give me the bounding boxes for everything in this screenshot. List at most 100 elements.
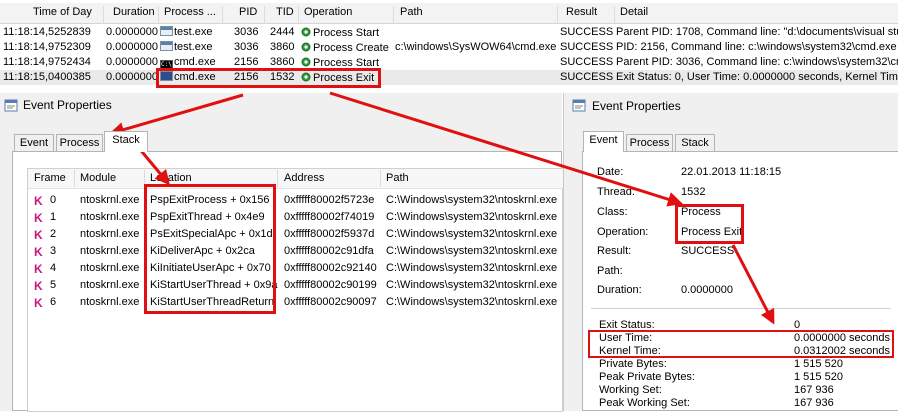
cell-result: SUCCESS: [560, 71, 614, 83]
cell-process: test.exe: [160, 26, 222, 38]
stack-frame-row[interactable]: K 6 ntoskrnl.exe KiStartUserThreadReturn…: [28, 294, 565, 311]
cell-frame: 0: [50, 194, 57, 206]
cell-frame: 6: [50, 296, 57, 308]
tab-event[interactable]: Event: [583, 131, 624, 152]
cell-path: C:\Windows\system32\ntoskrnl.exe: [386, 296, 558, 308]
cell-address: 0xfffff80002f5937d: [284, 228, 375, 240]
cell-frame: 4: [50, 262, 57, 274]
cell-result: SUCCESS: [560, 41, 614, 53]
column-header-process[interactable]: Process ...: [164, 6, 216, 18]
cell-duration: 0.0000000: [106, 26, 158, 38]
event-row-selected[interactable]: 11:18:15,0400385 0.0000000 cmd.exe 2156 …: [0, 70, 898, 85]
cell-address: 0xfffff80002f74019: [284, 211, 375, 223]
cell-module: ntoskrnl.exe: [80, 245, 140, 257]
cell-address: 0xfffff80002c90097: [284, 296, 377, 308]
tab-stack[interactable]: Stack: [104, 131, 148, 152]
cell-duration: 0.0000000: [106, 41, 158, 53]
stack-frame-row[interactable]: K 0 ntoskrnl.exe PspExitProcess + 0x156 …: [28, 192, 565, 209]
cell-detail: PID: 2156, Command line: c:\windows\syst…: [616, 41, 897, 53]
tab-process[interactable]: Process: [626, 134, 673, 152]
tab-stack[interactable]: Stack: [675, 134, 715, 152]
detail-label-working-set: Working Set:: [599, 384, 662, 396]
cell-operation: Process Create: [300, 41, 393, 54]
cell-path: C:\Windows\system32\ntoskrnl.exe: [386, 194, 558, 206]
column-header-tid[interactable]: TID: [276, 6, 294, 18]
column-header-address[interactable]: Address: [284, 172, 324, 184]
cell-result: SUCCESS: [560, 56, 614, 68]
column-header-module[interactable]: Module: [80, 172, 116, 184]
tab-process[interactable]: Process: [56, 134, 103, 152]
cell-frame: 5: [50, 279, 57, 291]
column-header-path[interactable]: Path: [386, 172, 409, 184]
detail-label-peak-working-set: Peak Working Set:: [599, 397, 690, 409]
column-header-detail[interactable]: Detail: [620, 6, 648, 18]
cell-time: 11:18:14,9752309: [3, 41, 91, 53]
cell-module: ntoskrnl.exe: [80, 211, 140, 223]
cell-time: 11:18:15,0400385: [3, 71, 91, 83]
field-value-thread: 1532: [681, 186, 706, 198]
stack-list: Frame Module Location Address Path K 0 n…: [27, 168, 563, 412]
cell-path: C:\Windows\system32\ntoskrnl.exe: [386, 211, 558, 223]
field-value-duration: 0.0000000: [681, 284, 733, 296]
cell-pid: 2156: [234, 56, 259, 68]
highlight-user-kernel-time: [588, 330, 894, 358]
cell-tid: 3860: [270, 41, 295, 53]
tab-event[interactable]: Event: [14, 134, 54, 152]
column-header-result[interactable]: Result: [566, 6, 597, 18]
stack-frame-row[interactable]: K 4 ntoskrnl.exe KiInitiateUserApc + 0x7…: [28, 260, 565, 277]
field-label-duration: Duration:: [597, 284, 642, 296]
event-row[interactable]: 11:18:14,9752309 0.0000000 test.exe 3036…: [0, 40, 898, 55]
kernel-mode-icon: K: [34, 228, 43, 242]
kernel-mode-icon: K: [34, 296, 43, 310]
stack-frame-row[interactable]: K 2 ntoskrnl.exe PsExitSpecialApc + 0x1d…: [28, 226, 565, 243]
column-header-duration[interactable]: Duration: [113, 6, 155, 18]
cell-frame: 2: [50, 228, 57, 240]
column-header-location[interactable]: Location: [150, 172, 192, 184]
cell-path: c:\windows\SysWOW64\cmd.exe: [395, 41, 557, 53]
app-icon: [160, 41, 173, 51]
cell-address: 0xfffff80002c92140: [284, 262, 377, 274]
app-icon: [160, 26, 173, 36]
kernel-mode-icon: K: [34, 194, 43, 208]
event-properties-dialog-event: Event Properties Event Process Stack Dat…: [563, 93, 898, 411]
field-value-date: 22.01.2013 11:18:15: [681, 166, 782, 178]
column-header-frame[interactable]: Frame: [34, 172, 66, 184]
dialog-title: Event Properties: [592, 99, 681, 113]
cell-result: SUCCESS: [560, 26, 614, 38]
cell-operation: Process Start: [300, 26, 393, 39]
detail-value-working-set: 167 936: [794, 384, 834, 396]
field-value-result: SUCCESS: [681, 245, 735, 257]
cell-path: C:\Windows\system32\ntoskrnl.exe: [386, 245, 558, 257]
cell-pid: 3036: [234, 41, 259, 53]
process-gear-icon: [300, 26, 312, 38]
cell-module: ntoskrnl.exe: [80, 279, 140, 291]
kernel-mode-icon: K: [34, 211, 43, 225]
dialog-title: Event Properties: [23, 98, 112, 112]
cell-duration: 0.0000000: [106, 71, 158, 83]
stack-frame-row[interactable]: K 1 ntoskrnl.exe PspExitThread + 0x4e9 0…: [28, 209, 565, 226]
divider: [591, 308, 891, 309]
event-row[interactable]: 11:18:14,5252839 0.0000000 test.exe 3036…: [0, 25, 898, 40]
column-header-path[interactable]: Path: [400, 6, 423, 18]
cell-pid: 3036: [234, 26, 259, 38]
process-gear-icon: [300, 41, 312, 53]
stack-frame-row[interactable]: K 5 ntoskrnl.exe KiStartUserThread + 0x9…: [28, 277, 565, 294]
detail-value-private-bytes: 1 515 520: [794, 358, 843, 370]
detail-value-peak-working-set: 167 936: [794, 397, 834, 409]
column-header-operation[interactable]: Operation: [304, 6, 352, 18]
event-properties-icon: [572, 99, 586, 112]
column-header-bar: Time of Day Duration Process ... PID TID…: [0, 3, 898, 24]
field-label-date: Date:: [597, 166, 624, 178]
detail-value-peak-private-bytes: 1 515 520: [794, 371, 843, 383]
cell-path: C:\Windows\system32\ntoskrnl.exe: [386, 279, 558, 291]
cell-path: C:\Windows\system32\ntoskrnl.exe: [386, 262, 558, 274]
field-label-result: Result:: [597, 245, 632, 257]
column-header-pid[interactable]: PID: [239, 6, 257, 18]
cell-path: C:\Windows\system32\ntoskrnl.exe: [386, 228, 558, 240]
cell-tid: 2444: [270, 26, 295, 38]
event-row[interactable]: 11:18:14,9752434 0.0000000 C:\ cmd.exe 21…: [0, 55, 898, 70]
stack-frame-row[interactable]: K 3 ntoskrnl.exe KiDeliverApc + 0x2ca 0x…: [28, 243, 565, 260]
column-header-time[interactable]: Time of Day: [33, 6, 92, 18]
cell-time: 11:18:14,9752434: [3, 56, 91, 68]
kernel-mode-icon: K: [34, 245, 43, 259]
